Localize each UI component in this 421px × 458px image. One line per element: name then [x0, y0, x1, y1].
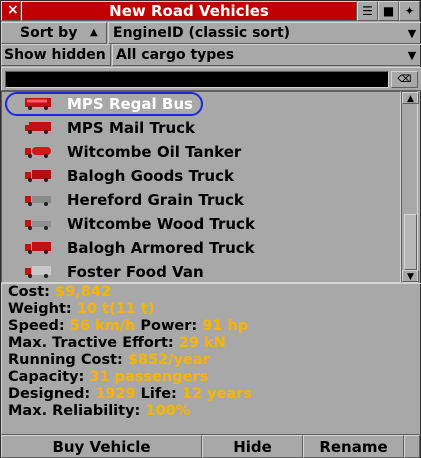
- resize-handle[interactable]: [404, 435, 420, 458]
- close-button[interactable]: ×: [1, 1, 21, 21]
- capacity-value: 31 passengers: [89, 369, 209, 385]
- close-icon: ×: [7, 2, 19, 18]
- grain-truck-icon: [25, 196, 51, 206]
- sort-direction-button[interactable]: Sort by ▲: [1, 22, 107, 44]
- designed-label: Designed:: [8, 386, 91, 402]
- reliability-label: Max. Reliability:: [8, 403, 141, 419]
- reliability-line: Max. Reliability: 100%: [8, 403, 190, 420]
- vehicle-name: Balogh Goods Truck: [67, 167, 234, 185]
- list-item-witcombe-oil-tanker[interactable]: Witcombe Oil Tanker: [2, 140, 402, 164]
- vehicle-name: Hereford Grain Truck: [67, 191, 244, 209]
- clear-search-button[interactable]: ⌫: [391, 71, 418, 88]
- speed-power-line: Speed: 56 km/h Power: 91 hp: [8, 318, 248, 335]
- speed-value: 56 km/h: [69, 318, 136, 334]
- sort-criteria-value: EngineID (classic sort): [113, 25, 291, 41]
- capacity-line: Capacity: 31 passengers: [8, 369, 208, 386]
- cargo-filter-value: All cargo types: [116, 47, 235, 63]
- vehicle-list-scrollbar[interactable]: ▲ ▼: [401, 91, 419, 283]
- designed-value: 1929: [95, 386, 136, 402]
- collapse-button[interactable]: ☰: [357, 1, 378, 21]
- tractive-effort-line: Max. Tractive Effort: 29 kN: [8, 335, 226, 352]
- sort-criteria-dropdown[interactable]: EngineID (classic sort) ▼: [108, 22, 421, 44]
- search-bar: ⌫: [1, 67, 421, 91]
- shade-icon: ■: [382, 4, 395, 18]
- tractive-effort-value: 29 kN: [178, 335, 226, 351]
- reliability-value: 100%: [145, 403, 191, 419]
- search-input[interactable]: [5, 71, 389, 88]
- cost-label: Cost:: [8, 284, 50, 300]
- running-cost-line: Running Cost: $852/year: [8, 352, 210, 369]
- arrow-up-icon: ▲: [407, 94, 414, 104]
- wood-truck-icon: [25, 220, 51, 230]
- collapse-icon: ☰: [362, 4, 373, 18]
- hide-button[interactable]: Hide: [202, 435, 303, 458]
- list-item-witcombe-wood-truck[interactable]: Witcombe Wood Truck: [2, 212, 402, 236]
- vehicle-name: Witcombe Wood Truck: [67, 215, 255, 233]
- oil-tanker-icon: [25, 147, 51, 158]
- tractive-effort-label: Max. Tractive Effort:: [8, 335, 174, 351]
- list-item-mps-mail-truck[interactable]: MPS Mail Truck: [2, 116, 402, 140]
- list-item-balogh-goods-truck[interactable]: Balogh Goods Truck: [2, 164, 402, 188]
- pin-icon: ✦: [404, 4, 415, 18]
- capacity-label: Capacity:: [8, 369, 85, 385]
- sort-ascending-icon: ▲: [90, 27, 98, 38]
- vehicle-details-panel: Cost: $9,842 Weight: 10 t(11 t) Speed: 5…: [1, 283, 421, 435]
- selection-highlight: [5, 92, 203, 116]
- mail-truck-icon: [25, 122, 51, 134]
- scroll-up-button[interactable]: ▲: [402, 92, 419, 104]
- running-cost-value: $852/year: [127, 352, 210, 368]
- life-value: 12 years: [181, 386, 252, 402]
- vehicle-name: Witcombe Oil Tanker: [67, 143, 242, 161]
- new-road-vehicles-window: × New Road Vehicles ☰ ■ ✦ Sort by ▲ Engi…: [0, 0, 421, 458]
- show-hidden-label: Show hidden: [4, 47, 106, 63]
- sort-label: Sort by: [20, 25, 78, 41]
- cost-value: $9,842: [55, 284, 111, 300]
- backspace-icon: ⌫: [397, 74, 412, 85]
- rename-button[interactable]: Rename: [303, 435, 404, 458]
- vehicle-name: Balogh Armored Truck: [67, 239, 255, 257]
- weight-label: Weight:: [8, 301, 72, 317]
- filter-row: Show hidden All cargo types ▼: [1, 44, 421, 66]
- list-item-hereford-grain-truck[interactable]: Hereford Grain Truck: [2, 188, 402, 212]
- shade-button[interactable]: ■: [378, 1, 399, 21]
- scrollbar-thumb[interactable]: [404, 214, 417, 270]
- weight-value: 10 t(11 t): [76, 301, 155, 317]
- sort-row: Sort by ▲ EngineID (classic sort) ▼: [1, 22, 421, 44]
- list-item-foster-food-van[interactable]: Foster Food Van: [2, 260, 402, 284]
- chevron-down-icon: ▼: [407, 49, 417, 62]
- power-value: 91 hp: [202, 318, 249, 334]
- food-van-icon: [25, 266, 51, 278]
- cost-line: Cost: $9,842: [8, 284, 111, 301]
- scroll-down-button[interactable]: ▼: [402, 270, 419, 282]
- running-cost-label: Running Cost:: [8, 352, 123, 368]
- sticky-button[interactable]: ✦: [399, 1, 420, 21]
- buy-vehicle-button[interactable]: Buy Vehicle: [1, 435, 202, 458]
- list-item-balogh-armored-truck[interactable]: Balogh Armored Truck: [2, 236, 402, 260]
- armored-truck-icon: [25, 242, 51, 254]
- vehicle-list: MPS Regal Bus MPS Mail Truck Witcombe Oi…: [1, 91, 401, 283]
- power-label: Power:: [140, 318, 198, 334]
- arrow-down-icon: ▼: [407, 272, 414, 282]
- life-label: Life:: [140, 386, 177, 402]
- weight-line: Weight: 10 t(11 t): [8, 301, 154, 318]
- vehicle-name: MPS Mail Truck: [67, 119, 196, 137]
- cargo-filter-dropdown[interactable]: All cargo types ▼: [112, 44, 421, 66]
- designed-life-line: Designed: 1929 Life: 12 years: [8, 386, 252, 403]
- goods-truck-icon: [25, 170, 51, 182]
- vehicle-name: Foster Food Van: [67, 263, 204, 281]
- window-title[interactable]: New Road Vehicles: [21, 1, 357, 21]
- chevron-down-icon: ▼: [407, 27, 417, 40]
- speed-label: Speed:: [8, 318, 65, 334]
- show-hidden-button[interactable]: Show hidden: [1, 44, 111, 66]
